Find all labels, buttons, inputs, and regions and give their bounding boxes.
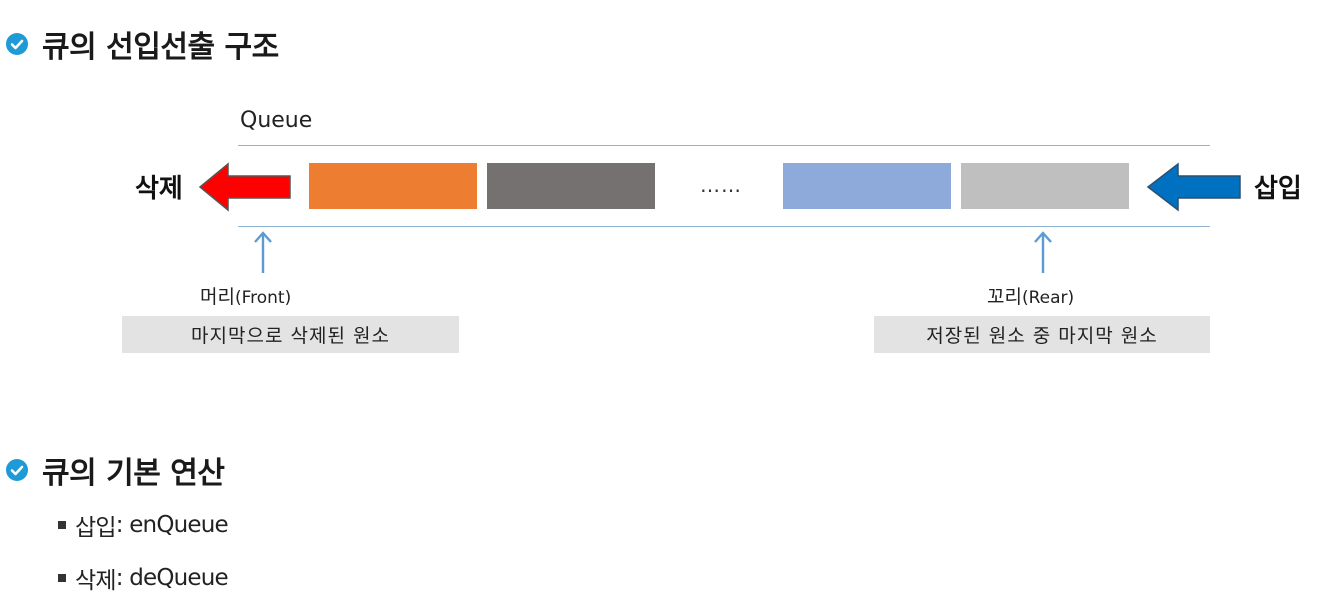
bullet-item-dequeue: 삭제 : deQueue bbox=[58, 561, 229, 595]
queue-top-line bbox=[238, 145, 1210, 146]
queue-cell-1 bbox=[309, 163, 477, 209]
front-label: 머리(Front) bbox=[200, 286, 292, 308]
section-heading-operations: 큐의 기본 연산 bbox=[6, 448, 225, 492]
rear-description: 저장된 원소 중 마지막 원소 bbox=[874, 316, 1210, 353]
queue-bottom-line bbox=[238, 226, 1210, 227]
section-title: 큐의 기본 연산 bbox=[42, 456, 225, 491]
front-pointer-arrow-icon bbox=[254, 231, 272, 273]
bullet-item-enqueue: 삽입 : enQueue bbox=[58, 508, 229, 542]
section-title: 큐의 선입선출 구조 bbox=[42, 30, 279, 65]
queue-cell-2 bbox=[487, 163, 655, 209]
check-circle-icon bbox=[6, 459, 28, 481]
queue-cell-3 bbox=[783, 163, 951, 209]
rear-pointer-arrow-icon bbox=[1034, 231, 1052, 273]
section-heading-fifo: 큐의 선입선출 구조 bbox=[6, 22, 279, 66]
bullet-square-icon bbox=[58, 574, 66, 582]
queue-label: Queue bbox=[240, 108, 313, 133]
rear-label: 꼬리(Rear) bbox=[987, 286, 1075, 308]
insert-label: 삽입 bbox=[1254, 174, 1302, 204]
check-circle-icon bbox=[6, 33, 28, 55]
queue-ellipsis: …… bbox=[700, 173, 742, 197]
insert-arrow-icon bbox=[1146, 162, 1241, 212]
queue-cell-4 bbox=[961, 163, 1129, 209]
bullet-square-icon bbox=[58, 521, 66, 529]
delete-label: 삭제 bbox=[135, 174, 183, 204]
delete-arrow-icon bbox=[198, 162, 291, 212]
front-description: 마지막으로 삭제된 원소 bbox=[122, 316, 459, 353]
